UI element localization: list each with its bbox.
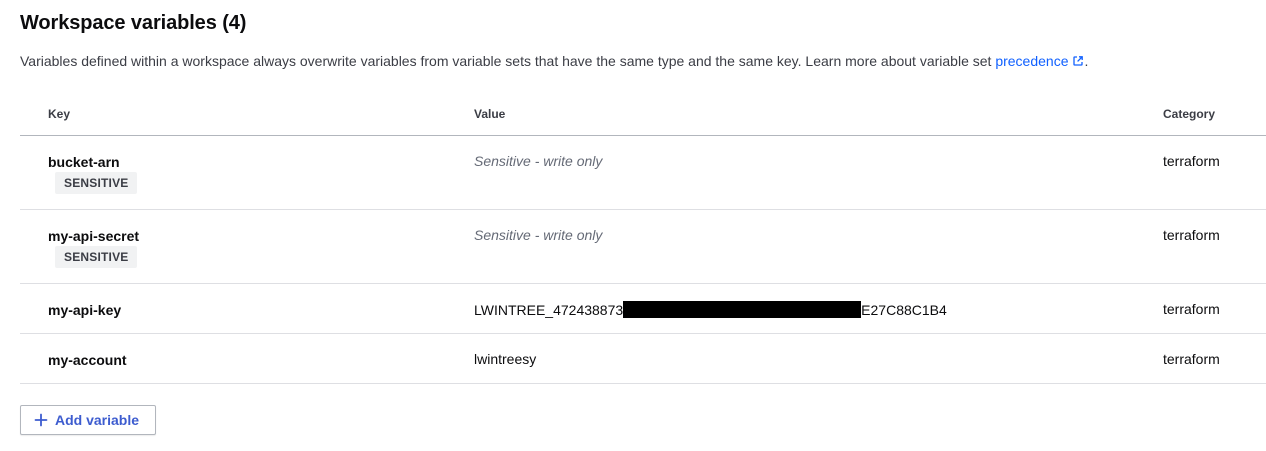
column-header-key[interactable]: Key bbox=[48, 107, 70, 121]
external-link-icon bbox=[1073, 56, 1084, 66]
sensitive-badge: SENSITIVE bbox=[55, 246, 138, 268]
add-variable-button[interactable]: Add variable bbox=[20, 405, 156, 435]
description-text: Variables defined within a workspace alw… bbox=[20, 53, 996, 69]
variable-category: terraform bbox=[1163, 301, 1220, 317]
variable-category: terraform bbox=[1163, 153, 1220, 169]
column-header-value[interactable]: Value bbox=[474, 107, 505, 121]
description-suffix: . bbox=[1084, 53, 1089, 69]
variable-key[interactable]: my-account bbox=[48, 352, 127, 368]
table-row[interactable]: my-account lwintreesy terraform bbox=[20, 334, 1266, 384]
precedence-link[interactable]: precedence bbox=[995, 53, 1084, 69]
value-prefix: LWINTREE_472438873 bbox=[474, 302, 624, 318]
table-row[interactable]: bucket-arn SENSITIVE Sensitive - write o… bbox=[20, 136, 1266, 210]
table-row[interactable]: my-api-secret SENSITIVE Sensitive - writ… bbox=[20, 210, 1266, 284]
add-variable-label: Add variable bbox=[55, 412, 140, 428]
variable-key[interactable]: my-api-key bbox=[48, 302, 121, 318]
variable-value: Sensitive - write only bbox=[474, 153, 603, 169]
variable-value: Sensitive - write only bbox=[474, 227, 603, 243]
value-suffix: E27C88C1B4 bbox=[861, 302, 947, 318]
variable-value: lwintreesy bbox=[474, 351, 537, 367]
variable-key[interactable]: my-api-secret bbox=[48, 228, 139, 244]
section-description: Variables defined within a workspace alw… bbox=[20, 52, 1088, 70]
sensitive-badge: SENSITIVE bbox=[55, 172, 138, 194]
table-header: Key Value Category bbox=[20, 96, 1266, 136]
variable-value: LWINTREE_472438873 E27C88C1B4 bbox=[474, 301, 947, 318]
variables-table: Key Value Category bucket-arn SENSITIVE … bbox=[20, 96, 1266, 384]
variable-category: terraform bbox=[1163, 351, 1220, 367]
page-title: Workspace variables (4) bbox=[20, 12, 247, 34]
column-header-category[interactable]: Category bbox=[1163, 107, 1215, 121]
plus-icon bbox=[34, 413, 48, 427]
variable-category: terraform bbox=[1163, 227, 1220, 243]
precedence-link-label: precedence bbox=[995, 53, 1069, 69]
redaction-block bbox=[623, 301, 862, 318]
variable-key[interactable]: bucket-arn bbox=[48, 154, 120, 170]
table-row[interactable]: my-api-key LWINTREE_472438873 E27C88C1B4 … bbox=[20, 284, 1266, 334]
